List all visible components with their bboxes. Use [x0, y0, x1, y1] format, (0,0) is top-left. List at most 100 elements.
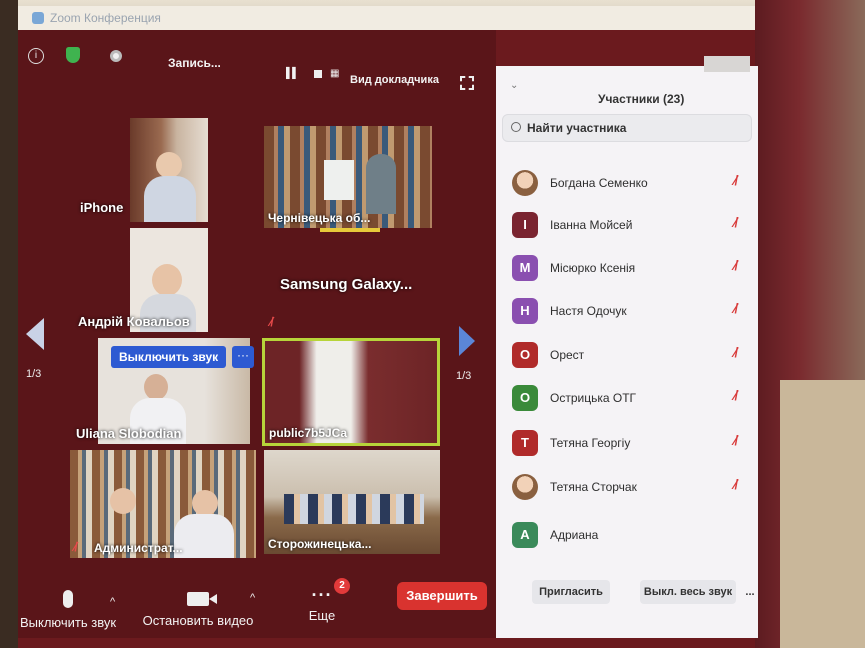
camera-icon — [187, 592, 217, 606]
whiteboard — [324, 160, 354, 200]
participant-row[interactable]: О Острицька ОТГ ⁄̸ — [496, 381, 758, 421]
meeting-topbar: i Запись... ▌▌ ▦ Вид докладчика — [18, 30, 496, 90]
participant-row[interactable]: М Місюрко Ксенія ⁄̸ — [496, 251, 758, 291]
mic-off-icon[interactable]: ⁄̸ — [734, 432, 736, 448]
stop-icon[interactable] — [314, 70, 322, 78]
record-icon — [110, 50, 122, 62]
security-shield-icon[interactable] — [66, 47, 80, 63]
participant-row[interactable]: І Іванна Мойсей ⁄̸ — [496, 208, 758, 248]
speaking-indicator — [320, 228, 380, 232]
mic-off-icon[interactable]: ⁄̸ — [734, 172, 736, 188]
meeting-controls: Выключить звук ^ Остановить видео ^ ··· … — [18, 578, 496, 638]
video-tile-iphone[interactable] — [130, 118, 208, 222]
video-tile-public[interactable]: public7b5JCa — [262, 338, 440, 446]
info-icon[interactable]: i — [28, 48, 44, 64]
mic-off-icon[interactable]: ⁄̸ — [734, 344, 736, 360]
participant-row[interactable]: Богдана Семенко ⁄̸ — [496, 166, 758, 206]
search-icon — [511, 122, 521, 132]
participant-row[interactable]: Н Настя Одочук ⁄̸ — [496, 294, 758, 334]
participant-search[interactable] — [502, 114, 752, 142]
mic-off-icon[interactable]: ⁄̸ — [734, 300, 736, 316]
pause-icon[interactable]: ▌▌ — [286, 68, 299, 79]
participant-name: Місюрко Ксенія — [550, 261, 636, 275]
participant-name: Іванна Мойсей — [550, 218, 633, 232]
participant-name: Адриана — [550, 528, 599, 542]
tile-name-label: Чернівецька об... — [268, 211, 371, 225]
participant-row[interactable]: А Адриана — [496, 518, 758, 558]
avatar — [512, 170, 538, 196]
end-meeting-button[interactable]: Завершить — [397, 582, 487, 610]
video-area: i Запись... ▌▌ ▦ Вид докладчика iPhone Ч… — [18, 30, 496, 638]
person-silhouette — [156, 152, 182, 178]
avatar: О — [512, 342, 538, 368]
participant-row[interactable]: Т Тетяна Георгіу ⁄̸ — [496, 426, 758, 466]
page-indicator-left: 1/3 — [26, 368, 42, 380]
tile-name-label: iPhone — [80, 200, 124, 215]
audience-group — [284, 494, 424, 524]
video-options-caret-icon[interactable]: ^ — [250, 592, 255, 604]
mic-off-icon[interactable]: ⁄̸ — [734, 476, 736, 492]
window-titlebar: Zoom Конференция — [18, 6, 755, 30]
mic-off-icon: ⁄̸ — [270, 314, 273, 329]
zoom-app-icon — [32, 12, 44, 24]
notification-badge: 2 — [334, 578, 350, 594]
tile-name-label: Администрат... — [94, 541, 183, 555]
panel-footer: Пригласить Выкл. весь звук ... — [496, 566, 758, 606]
invite-button[interactable]: Пригласить — [532, 580, 610, 604]
fullscreen-icon[interactable] — [460, 76, 474, 90]
mute-all-button[interactable]: Выкл. весь звук — [640, 580, 736, 604]
person-silhouette — [366, 154, 396, 214]
tile-mute-button[interactable]: Выключить звук — [111, 346, 227, 368]
avatar: А — [512, 522, 538, 548]
mic-off-icon[interactable]: ⁄̸ — [734, 387, 736, 403]
stop-video-control[interactable]: Остановить видео — [136, 592, 260, 628]
participant-row[interactable]: О Орест ⁄̸ — [496, 338, 758, 378]
more-label: Еще — [308, 608, 336, 623]
person-body — [144, 176, 196, 222]
panel-more-button[interactable]: ... — [742, 580, 758, 604]
wall-background-left — [0, 0, 18, 648]
recording-label: Запись... — [168, 56, 221, 70]
person-silhouette — [144, 374, 168, 400]
participants-title: Участники (23) — [598, 92, 685, 106]
participant-name: Тетяна Георгіу — [550, 436, 631, 450]
view-mode-button[interactable]: Вид докладчика — [350, 74, 439, 86]
speaker-view-icon[interactable]: ▦ — [330, 68, 339, 79]
tile-name-label: Андрій Ковальов — [78, 314, 190, 329]
participant-row[interactable]: Тетяна Сторчак ⁄̸ — [496, 470, 758, 510]
page-indicator-right: 1/3 — [456, 370, 472, 382]
more-dots-icon: ··· — [311, 585, 333, 605]
avatar: Н — [512, 298, 538, 324]
participant-search-input[interactable] — [527, 119, 747, 137]
video-tile-administrat[interactable]: ⁄̸ Администрат... — [70, 450, 256, 558]
avatar: О — [512, 385, 538, 411]
tile-name-label: Samsung Galaxy... — [280, 276, 413, 293]
previous-page-arrow[interactable] — [26, 318, 44, 350]
audio-options-caret-icon[interactable]: ^ — [110, 596, 115, 608]
mute-label: Выключить звук — [19, 615, 117, 630]
microphone-icon — [63, 590, 73, 608]
avatar: Т — [512, 430, 538, 456]
collapse-chevron-icon[interactable]: ⌄ — [510, 80, 518, 91]
tile-name-label: Uliana Slobodian — [76, 426, 182, 441]
participant-name: Орест — [550, 348, 585, 362]
participant-name: Настя Одочук — [550, 304, 627, 318]
participants-panel: ⌄ Участники (23) Богдана Семенко ⁄̸ І Ів… — [496, 56, 758, 638]
person-silhouette — [110, 488, 136, 514]
person-body — [174, 514, 234, 558]
shelf-background — [780, 380, 865, 648]
mic-off-icon[interactable]: ⁄̸ — [734, 214, 736, 230]
mic-off-icon[interactable]: ⁄̸ — [734, 257, 736, 273]
avatar: І — [512, 212, 538, 238]
video-tile-storozhynetska[interactable]: Сторожинецька... — [264, 450, 440, 554]
avatar — [512, 474, 538, 500]
window-title: Zoom Конференция — [50, 11, 161, 25]
panel-header: ⌄ Участники (23) — [496, 66, 758, 108]
mute-control[interactable]: Выключить звук — [10, 590, 126, 630]
video-tile-chernivetska[interactable]: Чернівецька об... — [264, 126, 432, 228]
more-control[interactable]: ··· Еще — [300, 585, 344, 623]
next-page-arrow[interactable] — [459, 326, 475, 356]
tile-more-button[interactable]: ··· — [232, 346, 254, 368]
tile-name-label: public7b5JCa — [269, 426, 348, 440]
tile-name-label: Сторожинецька... — [268, 537, 372, 551]
